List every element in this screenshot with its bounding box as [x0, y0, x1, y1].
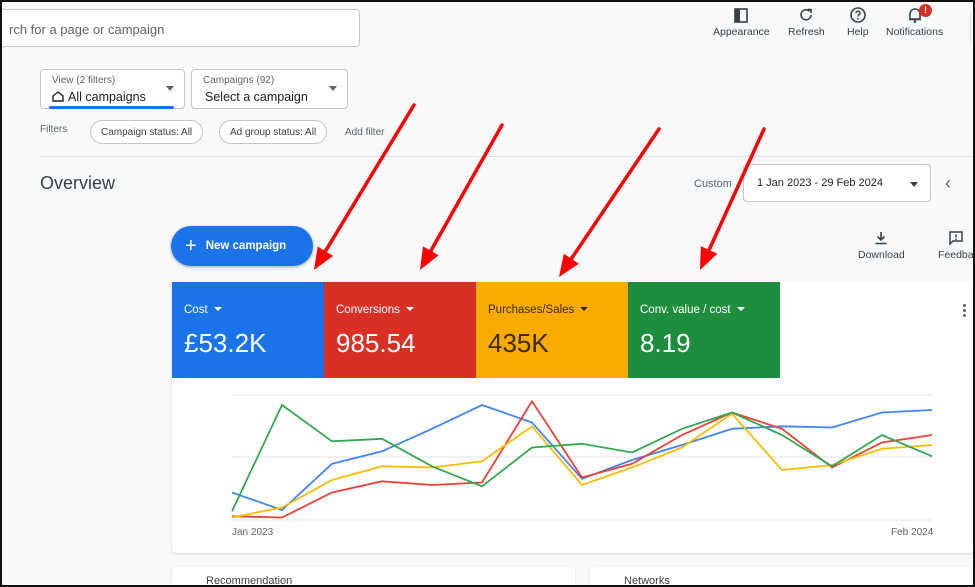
chevron-left-icon[interactable]: ‹	[945, 174, 951, 192]
notifications-badge: !	[919, 4, 932, 17]
view-selector-active-indicator	[49, 106, 174, 109]
search-input[interactable]	[7, 10, 351, 48]
refresh-label: Refresh	[788, 26, 825, 38]
add-filter-button[interactable]: Add filter	[345, 127, 384, 138]
metric-tile-conv-value-cost[interactable]: Conv. value / cost 8.19	[628, 282, 780, 378]
chevron-down-icon	[329, 86, 337, 91]
arrow-to-purchases	[559, 127, 661, 277]
download-label: Download	[858, 249, 905, 261]
metric-label: Conversions	[336, 304, 414, 316]
view-selector[interactable]: View (2 filters) All campaigns	[40, 69, 185, 109]
filter-chip-campaign-status[interactable]: Campaign status: All	[90, 120, 204, 144]
notifications-button[interactable]: ! Notifications	[886, 4, 944, 38]
download-icon	[875, 232, 887, 245]
metric-label: Cost	[184, 304, 222, 316]
appearance-label: Appearance	[713, 26, 770, 38]
notifications-label: Notifications	[886, 26, 944, 38]
more-options-icon[interactable]	[963, 304, 967, 319]
download-button[interactable]: Download	[858, 230, 905, 261]
x-tick-label-start: Jan 2023	[232, 527, 274, 538]
help-label: Help	[847, 26, 869, 38]
metric-value: 985.54	[336, 328, 416, 358]
filters-label: Filters	[40, 124, 68, 135]
chevron-down-icon	[166, 86, 174, 91]
networks-card[interactable]: Networks	[590, 567, 973, 587]
home-icon	[52, 91, 64, 102]
metric-tile-cost[interactable]: Cost £53.2K	[172, 282, 324, 378]
recommendation-card-title: Recommendation	[206, 575, 293, 587]
refresh-button[interactable]: Refresh	[788, 6, 825, 38]
date-mode-label: Custom	[694, 178, 732, 190]
metric-value: £53.2K	[184, 328, 267, 358]
metric-label: Conv. value / cost	[640, 304, 745, 316]
new-campaign-button[interactable]: + New campaign	[171, 226, 313, 266]
chart-series-line-1	[231, 399, 933, 519]
campaign-selector[interactable]: Campaigns (92) Select a campaign	[191, 69, 348, 109]
chevron-down-icon	[910, 182, 918, 187]
toolbar-divider	[970, 12, 971, 42]
help-button[interactable]: Help	[847, 6, 869, 38]
date-range-picker[interactable]: 1 Jan 2023 - 29 Feb 2024	[743, 164, 931, 202]
refresh-icon	[800, 8, 813, 21]
appearance-button[interactable]: Appearance	[713, 6, 770, 38]
section-divider	[40, 156, 973, 157]
metric-tile-conversions[interactable]: Conversions 985.54	[324, 282, 476, 378]
chart-series-line-3	[231, 403, 933, 512]
help-icon	[849, 7, 866, 23]
feedback-icon	[949, 231, 963, 246]
view-selector-value-text: All campaigns	[68, 90, 146, 104]
performance-line-chart	[231, 394, 933, 521]
campaign-selector-value: Select a campaign	[205, 90, 308, 104]
new-campaign-label: New campaign	[205, 239, 287, 252]
networks-card-title: Networks	[624, 575, 670, 587]
feedback-label: Feedba	[938, 249, 974, 261]
page-title: Overview	[40, 173, 116, 193]
campaign-selector-label: Campaigns (92)	[203, 75, 275, 86]
feedback-button[interactable]: Feedba	[938, 230, 974, 261]
search-box[interactable]	[2, 9, 360, 48]
view-selector-value: All campaigns	[52, 90, 146, 104]
date-range-value: 1 Jan 2023 - 29 Feb 2024	[757, 177, 883, 189]
appearance-icon	[734, 8, 749, 23]
top-bar: Appearance Refresh Help ! Not	[2, 2, 973, 58]
metric-tile-purchases-sales[interactable]: Purchases/Sales 435K	[476, 282, 628, 378]
filter-chip-ad-group-status[interactable]: Ad group status: All	[219, 120, 328, 144]
recommendation-card[interactable]: Recommendation	[172, 567, 575, 587]
screenshot-frame: Appearance Refresh Help ! Not	[0, 0, 975, 587]
plus-icon: +	[185, 234, 197, 257]
view-selector-label: View (2 filters)	[52, 75, 116, 86]
x-tick-label-end: Feb 2024	[891, 527, 934, 538]
metric-value: 8.19	[640, 328, 691, 358]
arrow-to-conversions	[420, 123, 504, 270]
metric-label: Purchases/Sales	[488, 304, 588, 316]
metric-value: 435K	[488, 328, 549, 358]
chart-series-line-2	[231, 412, 933, 519]
